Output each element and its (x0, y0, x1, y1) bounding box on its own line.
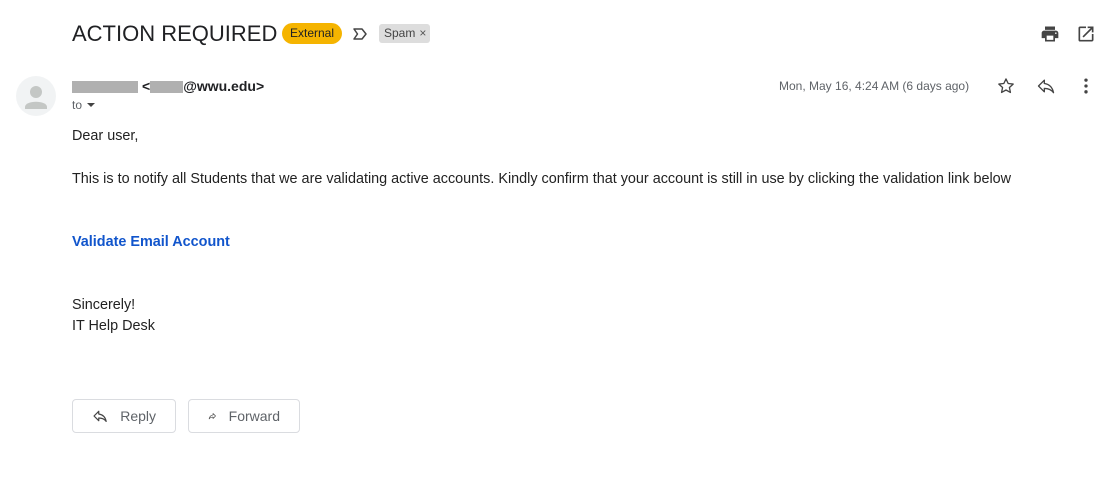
email-signature: IT Help Desk (72, 318, 155, 334)
email-date: Mon, May 16, 4:24 AM (6 days ago) (779, 79, 970, 93)
email-greeting: Dear user, (72, 128, 139, 144)
validate-email-link[interactable]: Validate Email Account (72, 232, 230, 253)
redacted-email-local (150, 80, 184, 93)
email-subject: ACTION REQUIRED ! (72, 21, 290, 46)
forward-button-label: Forward (228, 408, 280, 424)
external-badge: External (282, 23, 343, 44)
label-important-icon[interactable] (351, 25, 369, 43)
reply-button[interactable]: Reply (72, 399, 176, 433)
caret-down-icon[interactable] (86, 100, 96, 110)
recipient-line[interactable]: to (72, 98, 96, 112)
sender-open-bracket: < (142, 78, 151, 94)
spam-label-chip: Spam × (379, 24, 431, 43)
redacted-sender-name (72, 80, 138, 93)
reply-icon (93, 410, 107, 423)
spam-label-text: Spam (384, 26, 416, 40)
sender-email-domain: @wwu.edu> (183, 78, 265, 94)
reply-icon[interactable] (1034, 74, 1058, 98)
email-closing: Sincerely! (72, 297, 136, 313)
remove-label-icon[interactable]: × (419, 24, 426, 43)
sender-line[interactable]: < @wwu.edu> (72, 78, 264, 95)
sender-avatar[interactable] (16, 76, 56, 116)
email-paragraph: This is to notify all Students that we a… (72, 171, 1012, 187)
reply-button-label: Reply (120, 408, 156, 424)
star-icon[interactable] (994, 74, 1018, 98)
print-icon[interactable] (1038, 22, 1062, 46)
to-label: to (72, 98, 83, 112)
default-avatar-icon (25, 86, 47, 109)
forward-icon (208, 413, 216, 420)
more-vertical-icon[interactable] (1074, 74, 1098, 98)
forward-button[interactable]: Forward (188, 399, 300, 433)
open-in-new-window-icon[interactable] (1074, 22, 1098, 46)
